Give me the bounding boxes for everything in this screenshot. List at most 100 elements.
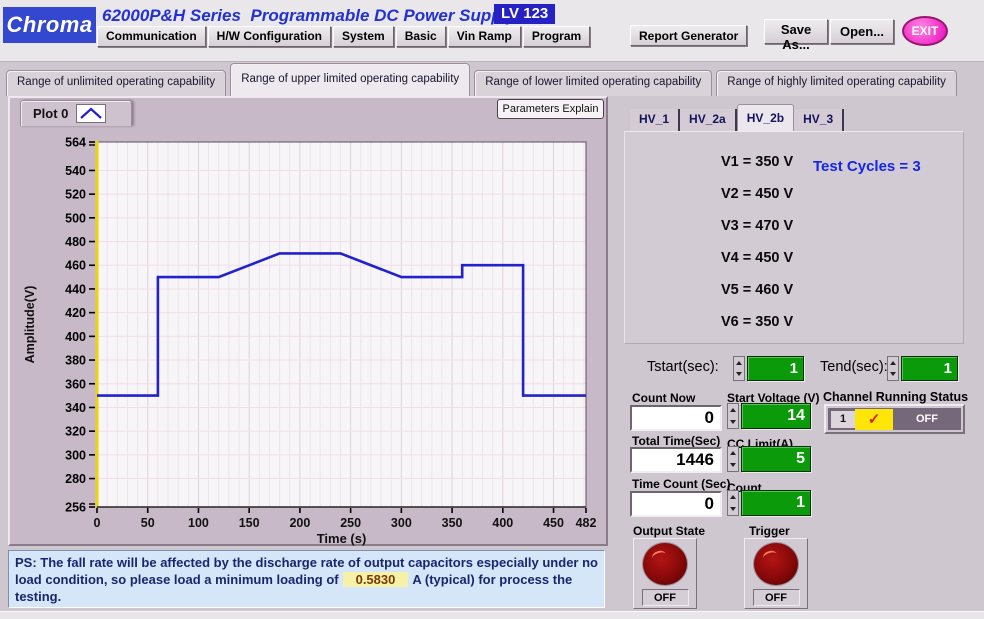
svg-text:350: 350 — [442, 516, 463, 530]
channel-status-strip: 1 ✓ OFF — [828, 408, 961, 430]
output-state-lamp-icon — [642, 542, 688, 586]
svg-text:360: 360 — [65, 377, 86, 391]
hv-content-panel: V1 = 350 VV2 = 450 VV3 = 470 VV4 = 450 V… — [624, 131, 964, 344]
header-bar: Chroma 62000P&H Series Programmable DC P… — [0, 0, 984, 62]
time-count-label: Time Count (Sec) — [632, 477, 730, 491]
waveform-chart: 2562803003203403603804004204404604805005… — [10, 98, 610, 548]
voltage-value-v3: V3 = 470 V — [721, 218, 793, 234]
plot-panel: 2562803003203403603804004204404604805005… — [8, 96, 608, 546]
bottom-strip — [0, 611, 984, 619]
tend-input[interactable]: 1 — [901, 356, 958, 381]
svg-text:300: 300 — [391, 516, 412, 530]
range-tab-range-of-lower-limited-operating-capability[interactable]: Range of lower limited operating capabil… — [474, 70, 712, 96]
svg-text:Time (s): Time (s) — [317, 531, 367, 546]
svg-text:Amplitude(V): Amplitude(V) — [23, 286, 37, 364]
start-voltage-spinner[interactable] — [727, 403, 739, 429]
voltage-value-v1: V1 = 350 V — [721, 154, 793, 170]
hv-tab-hv-3[interactable]: HV_3 — [794, 109, 844, 131]
svg-text:0: 0 — [94, 516, 101, 530]
app-title: 62000P&H Series Programmable DC Power Su… — [102, 6, 516, 26]
svg-text:50: 50 — [141, 516, 155, 530]
tend-spinner[interactable] — [887, 356, 899, 381]
note-highlight-value: 0.5830 — [343, 572, 409, 587]
voltage-value-v2: V2 = 450 V — [721, 186, 793, 202]
svg-text:520: 520 — [65, 188, 86, 202]
svg-text:150: 150 — [239, 516, 260, 530]
start-voltage-input[interactable]: 14 — [741, 403, 811, 429]
voltage-value-v5: V5 = 460 V — [721, 282, 793, 298]
chroma-logo: Chroma — [3, 7, 96, 43]
open-button[interactable]: Open... — [830, 19, 894, 44]
tstart-spinner[interactable] — [733, 356, 745, 381]
menu-system[interactable]: System — [333, 26, 394, 47]
trigger-label: Trigger — [749, 524, 790, 538]
test-cycles-label: Test Cycles = 3 — [813, 158, 921, 175]
plot-legend-label: Plot 0 — [33, 106, 68, 121]
svg-text:100: 100 — [188, 516, 209, 530]
range-tab-range-of-unlimited-operating-capability[interactable]: Range of unlimited operating capability — [6, 70, 226, 96]
trigger-button[interactable]: OFF — [744, 538, 808, 609]
parameters-explain-button[interactable]: Parameters Explain — [497, 99, 604, 119]
count-now-label: Count Now — [632, 391, 695, 405]
svg-text:250: 250 — [340, 516, 361, 530]
ps-note: PS: The fall rate will be affected by th… — [8, 550, 605, 608]
svg-text:540: 540 — [65, 164, 86, 178]
plot-legend[interactable]: Plot 0 — [20, 100, 132, 126]
report-generator-button[interactable]: Report Generator — [630, 25, 747, 46]
svg-text:200: 200 — [289, 516, 310, 530]
svg-text:400: 400 — [492, 516, 513, 530]
svg-text:380: 380 — [65, 354, 86, 368]
trigger-value: OFF — [753, 589, 800, 606]
svg-text:300: 300 — [65, 448, 86, 462]
channel-check-icon: ✓ — [855, 409, 893, 430]
total-time-field: 1446 — [630, 447, 722, 473]
menu-program[interactable]: Program — [523, 26, 590, 47]
svg-text:564: 564 — [65, 136, 86, 150]
channel-status-value: OFF — [893, 413, 961, 425]
save-as-button[interactable]: Save As... — [764, 19, 828, 44]
hv-tab-hv-1[interactable]: HV_1 — [630, 109, 680, 131]
channel-number-cell: 1 — [831, 411, 855, 428]
menu-communication[interactable]: Communication — [97, 26, 206, 47]
cc-limit-input[interactable]: 5 — [741, 446, 811, 472]
tstart-input[interactable]: 1 — [747, 356, 804, 381]
svg-text:280: 280 — [65, 472, 86, 486]
hv-tab-hv-2b[interactable]: HV_2b — [737, 104, 794, 131]
app-window: Chroma 62000P&H Series Programmable DC P… — [0, 0, 984, 619]
hv-tab-hv-2a[interactable]: HV_2a — [680, 109, 737, 131]
menu-basic[interactable]: Basic — [396, 26, 446, 47]
menu-h-w-configuration[interactable]: H/W Configuration — [208, 26, 331, 47]
menu-bar: CommunicationH/W ConfigurationSystemBasi… — [97, 26, 590, 47]
count-spinner[interactable] — [727, 490, 739, 516]
svg-text:256: 256 — [65, 501, 86, 515]
hv-tab-bar: HV_1HV_2aHV_2bHV_3 — [630, 104, 844, 131]
count-now-field: 0 — [630, 405, 722, 431]
channel-running-status-label: Channel Running Status — [823, 390, 968, 404]
svg-text:480: 480 — [65, 235, 86, 249]
range-tab-range-of-upper-limited-operating-capability[interactable]: Range of upper limited operating capabil… — [230, 63, 470, 96]
range-tab-range-of-highly-limited-operating-capability[interactable]: Range of highly limited operating capabi… — [716, 70, 957, 96]
range-tab-bar: Range of unlimited operating capabilityR… — [6, 62, 957, 96]
output-state-label: Output State — [633, 524, 705, 538]
cc-limit-spinner[interactable] — [727, 446, 739, 472]
svg-text:400: 400 — [65, 330, 86, 344]
time-count-field: 0 — [630, 491, 722, 517]
trigger-lamp-icon — [753, 542, 799, 586]
svg-text:320: 320 — [65, 425, 86, 439]
svg-text:500: 500 — [65, 211, 86, 225]
svg-text:420: 420 — [65, 306, 86, 320]
total-time-label: Total Time(Sec) — [632, 434, 720, 448]
svg-text:450: 450 — [543, 516, 564, 530]
svg-text:482: 482 — [576, 516, 597, 530]
output-state-button[interactable]: OFF — [633, 538, 697, 609]
svg-text:460: 460 — [65, 259, 86, 273]
count-input[interactable]: 1 — [741, 490, 811, 516]
output-state-value: OFF — [642, 589, 689, 606]
exit-button[interactable]: EXIT — [902, 16, 948, 46]
svg-text:440: 440 — [65, 282, 86, 296]
plot-legend-line-icon — [76, 104, 106, 123]
tstart-label: Tstart(sec): — [647, 359, 719, 375]
channel-running-status-control[interactable]: 1 ✓ OFF — [824, 404, 965, 434]
voltage-value-v6: V6 = 350 V — [721, 314, 793, 330]
menu-vin-ramp[interactable]: Vin Ramp — [448, 26, 521, 47]
